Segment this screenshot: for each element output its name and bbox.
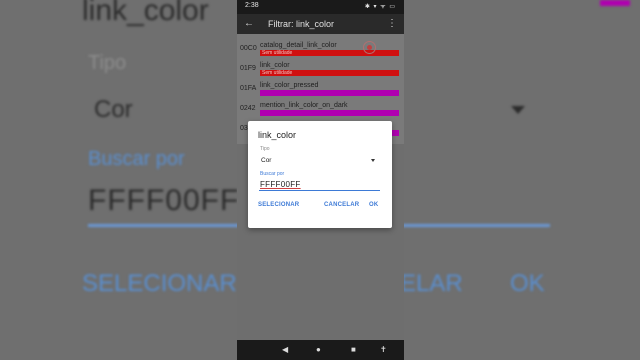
list-item[interactable]: 01FA link_color_pressed (237, 78, 404, 98)
app-bar-title: Filtrar: link_color (268, 19, 335, 29)
navigation-bar: ◀ ● ■ ✝ (237, 340, 404, 360)
tipo-select[interactable]: Cor (260, 155, 379, 165)
row-color-bar: Sem utilidade (260, 70, 399, 76)
background-ok-button: OK (510, 270, 545, 297)
record-icon[interactable] (363, 41, 376, 54)
select-button[interactable]: SELECIONAR (258, 202, 299, 208)
list-item[interactable]: 0242 mention_link_color_on_dark (237, 98, 404, 118)
background-title: link_color (82, 0, 209, 27)
background-tipo-label: Tipo (88, 52, 127, 74)
background-select-button: SELECIONAR (82, 270, 237, 297)
row-code: 03 (240, 125, 248, 132)
row-color-bar (260, 90, 399, 96)
row-name: mention_link_color_on_dark (260, 102, 348, 109)
row-name: link_color (260, 62, 290, 69)
cancel-button[interactable]: CANCELAR (324, 202, 359, 208)
dropdown-arrow-icon (371, 159, 375, 162)
status-bar: 2:38 ✱ ▾ ᯤ ▭ (237, 0, 404, 14)
accessibility-icon[interactable]: ✝ (380, 345, 387, 354)
background-buscar-value: FFFF00FF (88, 184, 240, 217)
status-icons: ✱ ▾ ᯤ ▭ (364, 4, 396, 10)
background-dropdown-arrow-icon (511, 106, 525, 114)
tipo-label: Tipo (260, 146, 270, 152)
row-code: 0242 (240, 105, 256, 112)
row-code: 01F9 (240, 65, 256, 72)
list-item[interactable]: 01F9 link_color Sem utilidade (237, 58, 404, 78)
buscar-label: Buscar por (260, 171, 285, 177)
row-code: 00C0 (240, 45, 257, 52)
dialog-title: link_color (258, 130, 297, 140)
row-code: 01FA (240, 85, 257, 92)
list-item[interactable]: 00C0 catalog_detail_link_color Sem utili… (237, 38, 404, 58)
overflow-menu-icon[interactable]: ⋮ (387, 18, 397, 29)
background-buscar-label: Buscar por (88, 148, 185, 170)
tipo-select-value: Cor (261, 157, 272, 164)
status-time: 2:38 (245, 2, 259, 9)
back-arrow-icon[interactable]: ← (244, 18, 254, 29)
background-cancel-button: ELAR (400, 270, 463, 297)
row-bar-text: Sem utilidade (262, 50, 293, 56)
app-bar: ← Filtrar: link_color ⋮ (237, 14, 404, 34)
nav-home-icon[interactable]: ● (316, 345, 321, 354)
filter-dialog: link_color Tipo Cor Buscar por FFFF00FF … (248, 121, 392, 228)
row-color-bar: Sem utilidade (260, 50, 399, 56)
background-tipo-value: Cor (94, 96, 133, 123)
nav-back-icon[interactable]: ◀ (282, 345, 288, 354)
buscar-input-value: FFFF00FF (260, 180, 301, 189)
row-color-bar (260, 110, 399, 116)
background-magenta-strip (600, 0, 630, 6)
row-name: link_color_pressed (260, 82, 319, 89)
buscar-input[interactable]: FFFF00FF (259, 178, 380, 191)
row-bar-text: Sem utilidade (262, 70, 293, 76)
ok-button[interactable]: OK (369, 202, 378, 208)
nav-recents-icon[interactable]: ■ (351, 345, 356, 354)
row-name: catalog_detail_link_color (260, 42, 337, 49)
